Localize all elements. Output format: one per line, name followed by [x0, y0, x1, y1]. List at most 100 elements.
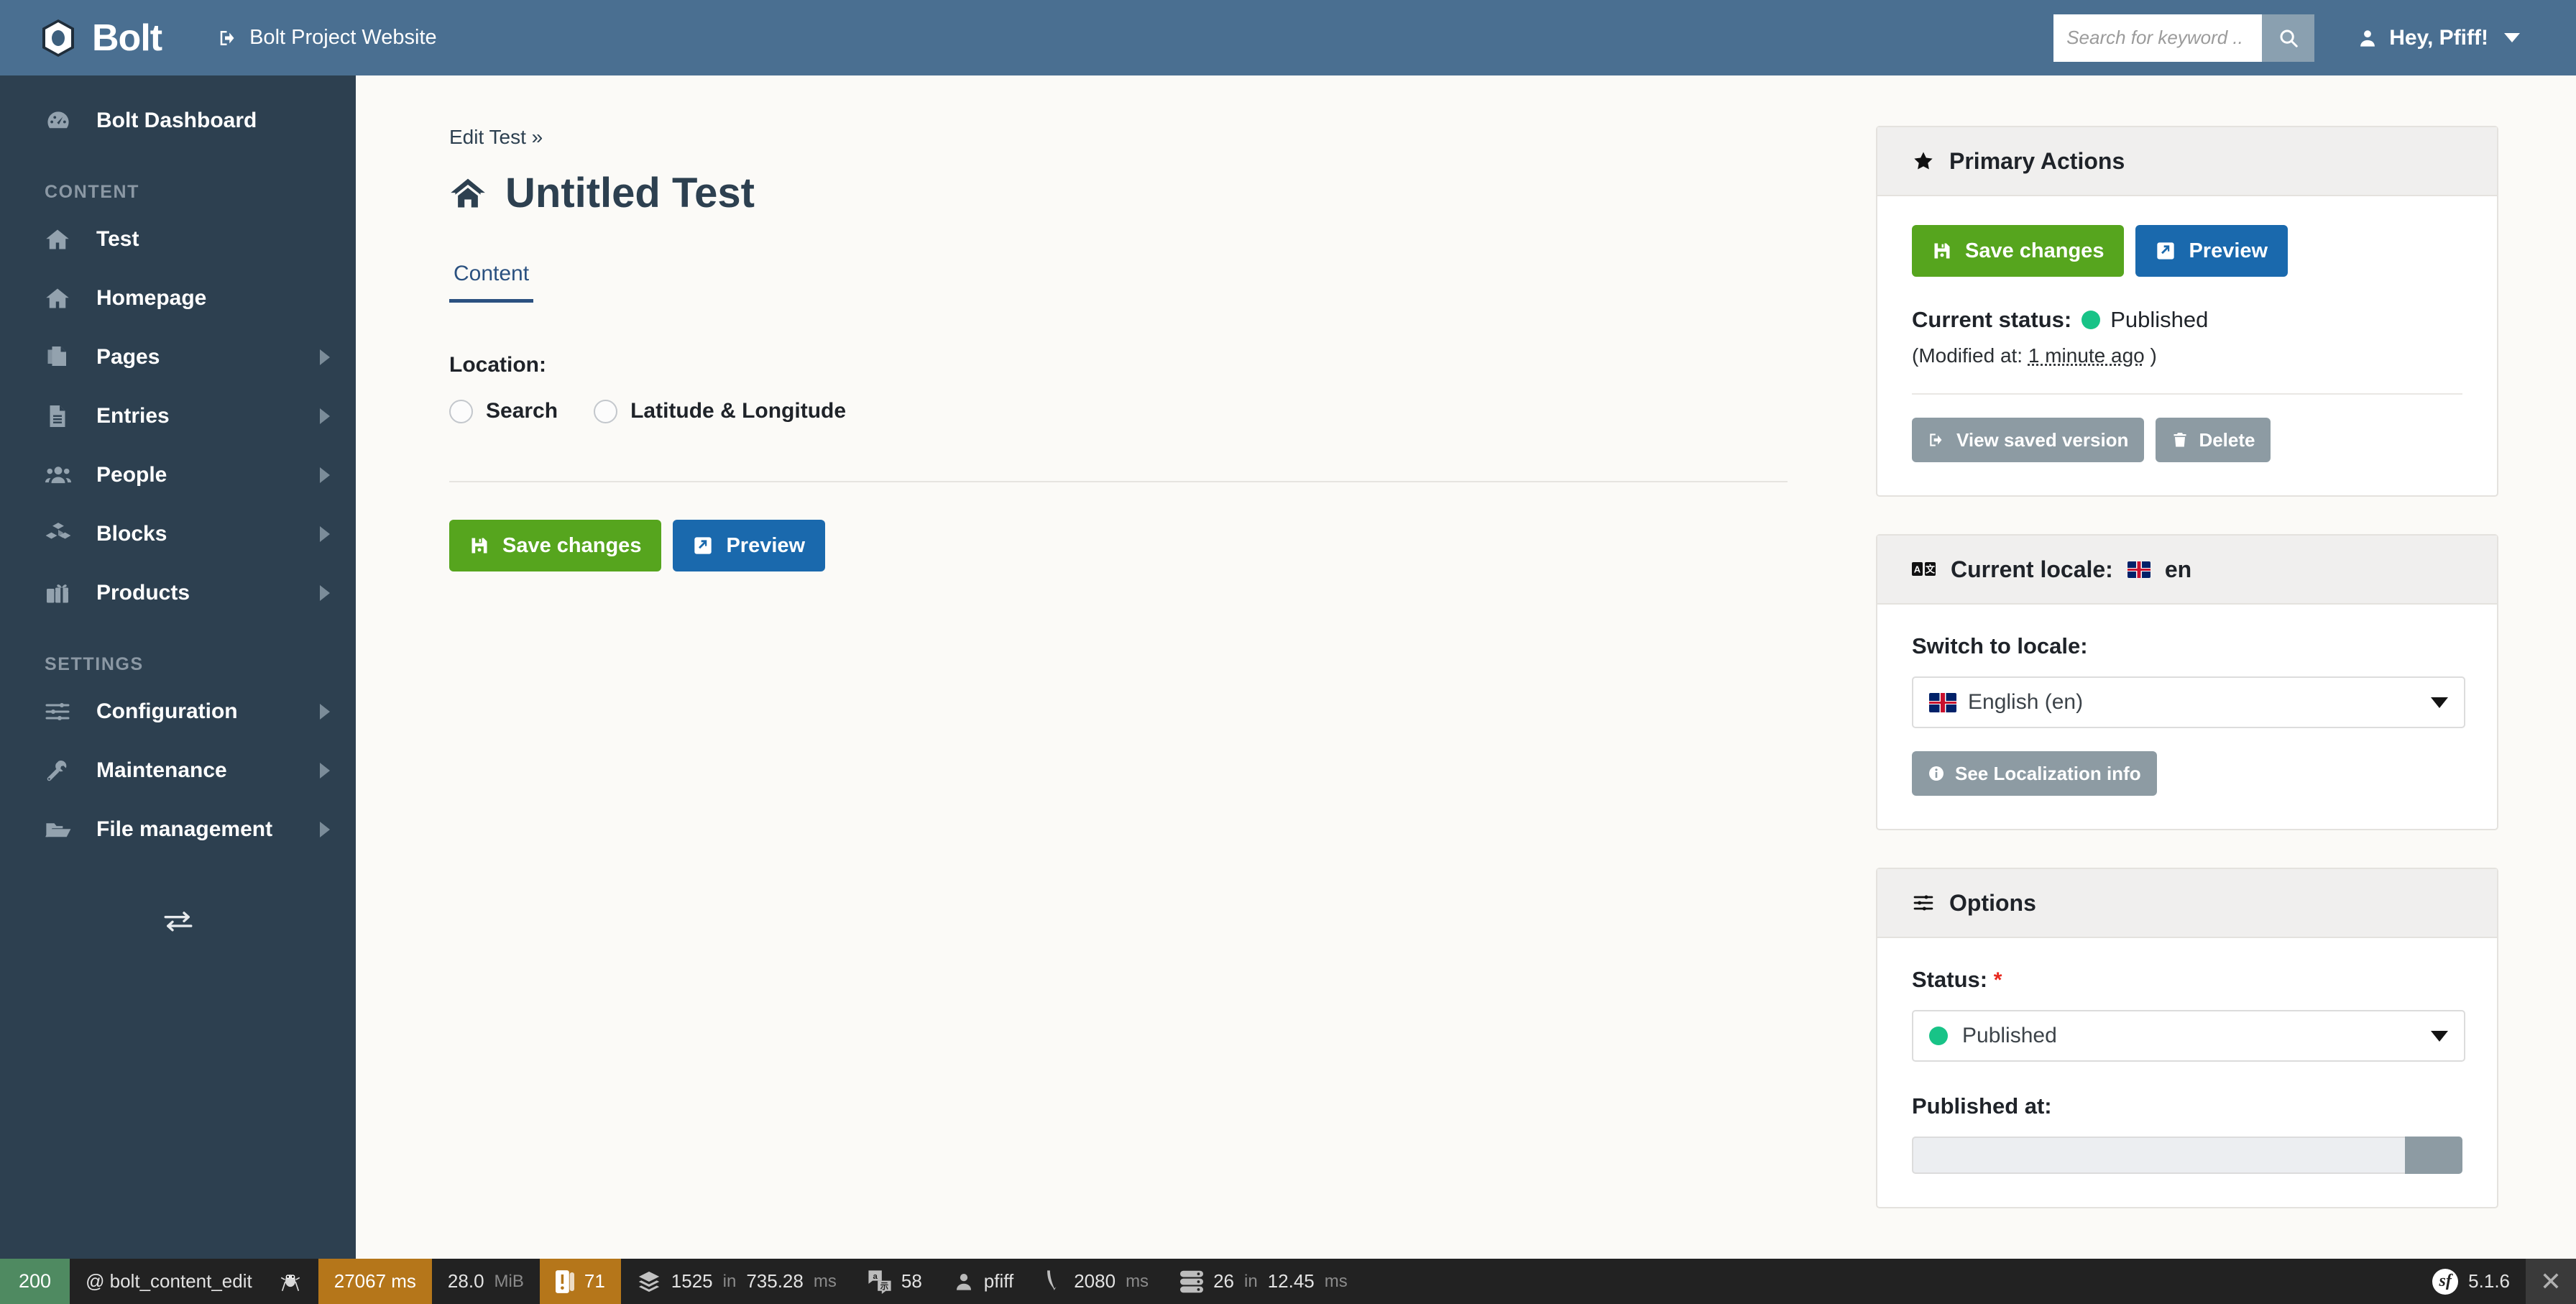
locale-header: A 文 Current locale: en: [1877, 536, 2497, 605]
sidebar-item-people[interactable]: People: [0, 446, 356, 505]
symfony-version: 5.1.6: [2468, 1270, 2510, 1292]
locale-select-value: English (en): [1968, 690, 2084, 714]
locale-select[interactable]: English (en): [1912, 676, 2465, 728]
save-icon: [469, 536, 489, 556]
debug-request-time[interactable]: 27067 ms: [318, 1259, 432, 1304]
home-icon: [45, 285, 79, 311]
folder-icon: [45, 816, 79, 843]
tab-content[interactable]: Content: [449, 262, 534, 303]
layers-icon: [637, 1269, 661, 1294]
preview-label: Preview: [726, 533, 806, 557]
twig-time: 735.28: [746, 1270, 804, 1292]
status-label-text: Status:: [1912, 967, 1988, 992]
collapse-arrows-icon: [162, 909, 194, 932]
home-icon: [449, 175, 487, 212]
sidebar-item-entries[interactable]: Entries: [0, 387, 356, 446]
chevron-right-icon: [320, 585, 330, 601]
modified-value[interactable]: 1 minute ago: [2028, 344, 2145, 367]
delete-button[interactable]: Delete: [2156, 418, 2271, 462]
sidebar-collapse-toggle[interactable]: [0, 909, 356, 932]
brand[interactable]: Bolt: [37, 17, 162, 60]
save-changes-label: Save changes: [502, 533, 642, 557]
gauge-icon: [45, 107, 79, 134]
app-root: Bolt Bolt Project Website Search for key…: [0, 0, 2576, 1304]
debug-http-status[interactable]: 200: [0, 1259, 70, 1304]
debug-close-button[interactable]: ✕: [2526, 1259, 2576, 1304]
form-divider: [449, 481, 1788, 482]
trash-icon: [2171, 431, 2189, 449]
locale-body: Switch to locale: English (en) See Local…: [1877, 605, 2497, 829]
see-localization-info-button[interactable]: See Localization info: [1912, 751, 2157, 796]
user-menu-label: Hey, Pfiff!: [2389, 25, 2488, 50]
sidebar-item-pages[interactable]: Pages: [0, 328, 356, 387]
published-at-field: [1912, 1137, 2462, 1174]
debug-logs[interactable]: 71: [539, 1259, 621, 1304]
debug-twig[interactable]: 1525 in 735.28 ms: [621, 1259, 852, 1304]
sidebar-item-dashboard[interactable]: Bolt Dashboard: [0, 91, 356, 150]
save-changes-button[interactable]: Save changes: [449, 520, 662, 571]
info-icon: [1928, 765, 1945, 782]
form-icon: [1045, 1269, 1064, 1294]
search-input[interactable]: [2053, 14, 2263, 62]
location-field: Location: Search Latitude & Longitude: [449, 353, 1876, 423]
project-website-link[interactable]: Bolt Project Website: [218, 26, 437, 50]
sidebar-item-configuration[interactable]: Configuration: [0, 682, 356, 741]
sidebar-item-blocks[interactable]: Blocks: [0, 505, 356, 564]
db-unit: ms: [1324, 1271, 1348, 1291]
user-menu[interactable]: Hey, Pfiff!: [2358, 26, 2520, 50]
preview-button[interactable]: Preview: [2135, 225, 2288, 277]
debug-symfony-version[interactable]: sf 5.1.6: [2416, 1259, 2526, 1304]
breadcrumb[interactable]: Edit Test »: [449, 126, 1876, 149]
sidebar-item-homepage[interactable]: Homepage: [0, 269, 356, 328]
debug-database[interactable]: 26 in 12.45 ms: [1164, 1259, 1363, 1304]
debug-translations[interactable]: a 示 58: [852, 1259, 938, 1304]
primary-actions-body: Save changes Preview Current status: Pub…: [1877, 196, 2497, 495]
options-title: Options: [1949, 889, 2036, 916]
debug-toolbar-right: sf 5.1.6 ✕: [2416, 1259, 2576, 1304]
debug-forms[interactable]: 2080 ms: [1029, 1259, 1164, 1304]
radio-circle-icon: [594, 399, 618, 423]
radio-circle-icon: [449, 399, 473, 423]
debug-toolbar: 200 @ bolt_content_edit 27067 ms 28.0 Mi…: [0, 1259, 2576, 1304]
modified-at-row: (Modified at: 1 minute ago ): [1912, 344, 2462, 367]
debug-route[interactable]: @ bolt_content_edit: [70, 1259, 318, 1304]
uk-flag-icon: [1929, 692, 1956, 712]
view-saved-version-button[interactable]: View saved version: [1912, 418, 2145, 462]
save-changes-label: Save changes: [1965, 239, 2104, 262]
view-saved-version-label: View saved version: [1956, 428, 2129, 451]
published-at-input[interactable]: [1912, 1137, 2406, 1174]
sidebar-item-file-management[interactable]: File management: [0, 800, 356, 859]
preview-button[interactable]: Preview: [673, 520, 826, 571]
status-select-value: Published: [1962, 1024, 2057, 1047]
radio-option-search[interactable]: Search: [449, 399, 558, 423]
copy-icon: [45, 344, 79, 370]
blocks-icon: [45, 520, 79, 548]
bolt-hex-logo-icon: [37, 17, 79, 59]
debug-user[interactable]: pfiff: [938, 1259, 1029, 1304]
sidebar-item-products[interactable]: Products: [0, 564, 356, 623]
http-status-code: 200: [19, 1270, 52, 1292]
sidebar-item-test[interactable]: Test: [0, 210, 356, 269]
top-bar: Bolt Bolt Project Website Search for key…: [0, 0, 2576, 75]
svg-text:示: 示: [880, 1281, 888, 1290]
radio-label: Latitude & Longitude: [630, 399, 847, 423]
sidebar-group-settings-title: SETTINGS: [45, 654, 144, 674]
debug-memory[interactable]: 28.0 MiB: [432, 1259, 540, 1304]
search-button[interactable]: [2262, 14, 2315, 62]
radio-option-lat-lng[interactable]: Latitude & Longitude: [594, 399, 846, 423]
forms-time: 2080: [1074, 1270, 1116, 1292]
sidebar: Bolt Dashboard CONTENT Test Homepage Pag…: [0, 75, 356, 1259]
location-label: Location:: [449, 353, 546, 377]
chevron-right-icon: [320, 704, 330, 720]
tools-icon: [45, 758, 79, 784]
save-changes-button[interactable]: Save changes: [1912, 225, 2125, 277]
primary-actions-divider: [1912, 393, 2462, 395]
status-select[interactable]: Published: [1912, 1010, 2465, 1062]
user-name: pfiff: [983, 1270, 1014, 1292]
primary-actions-card: Primary Actions Save changes Preview Cur…: [1876, 126, 2498, 497]
status-dot-icon: [2082, 311, 2101, 329]
sidebar-item-label: Homepage: [96, 286, 207, 310]
sidebar-item-maintenance[interactable]: Maintenance: [0, 741, 356, 800]
preview-label: Preview: [2189, 239, 2268, 262]
published-at-calendar-button[interactable]: [2405, 1137, 2462, 1174]
